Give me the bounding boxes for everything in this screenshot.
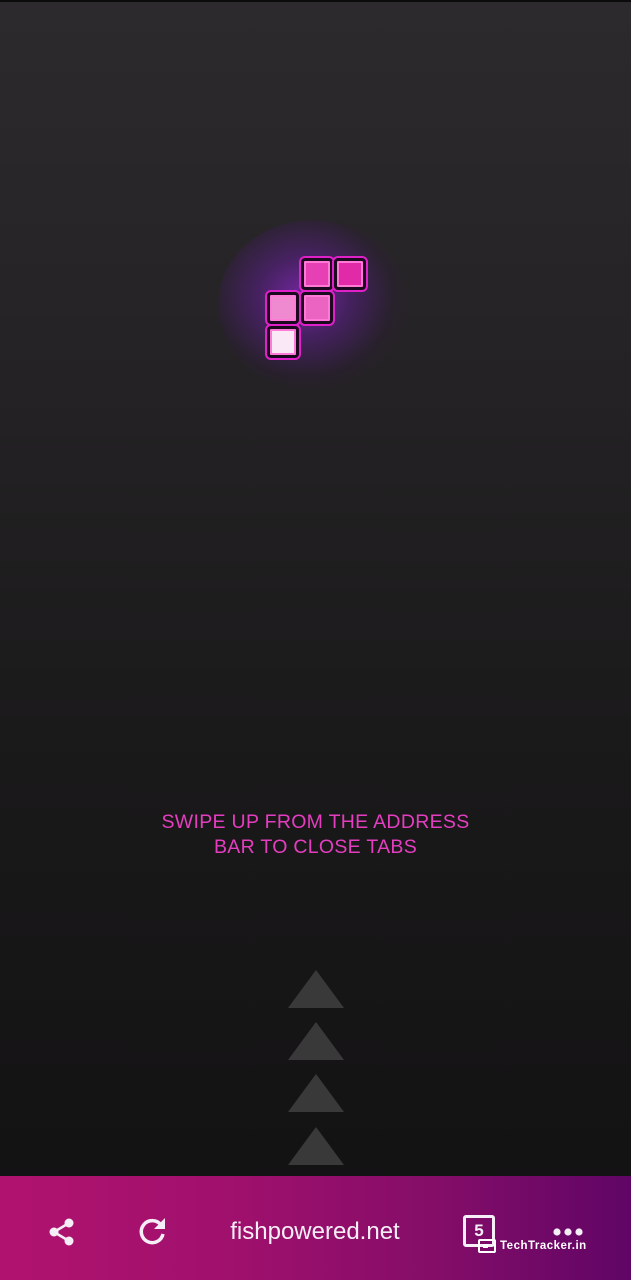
watermark-text: TechTracker.in: [500, 1240, 587, 1252]
logo-block: [334, 258, 366, 290]
swipe-hint-line-2: BAR TO CLOSE TABS: [213, 836, 418, 858]
arrow-up-icon: [288, 1127, 344, 1165]
app-logo: [208, 200, 428, 420]
watermark: TechTracker.in: [478, 1238, 587, 1254]
logo-block: [267, 326, 299, 358]
swipe-hint-line-1: SWIPE UP FROM THE ADDRESS: [161, 811, 470, 833]
browser-screen: SWIPE UP FROM THE ADDRESS BAR TO CLOSE T…: [0, 0, 631, 1280]
reload-icon[interactable]: [134, 1214, 170, 1250]
logo-block: [267, 292, 299, 324]
status-divider: [0, 0, 631, 2]
logo-block: [301, 292, 333, 324]
share-icon[interactable]: [44, 1214, 80, 1250]
arrow-up-icon: [288, 970, 344, 1008]
swipe-up-arrows: [286, 968, 346, 1168]
swipe-hint: SWIPE UP FROM THE ADDRESS BAR TO CLOSE T…: [0, 810, 631, 860]
watermark-logo-icon: [478, 1239, 496, 1253]
logo-block: [301, 258, 333, 290]
address-bar[interactable]: fishpowered.net 5 TechTracker.in: [0, 1176, 631, 1280]
arrow-up-icon: [288, 1022, 344, 1060]
url-field[interactable]: fishpowered.net: [200, 1214, 430, 1250]
arrow-up-icon: [288, 1074, 344, 1112]
